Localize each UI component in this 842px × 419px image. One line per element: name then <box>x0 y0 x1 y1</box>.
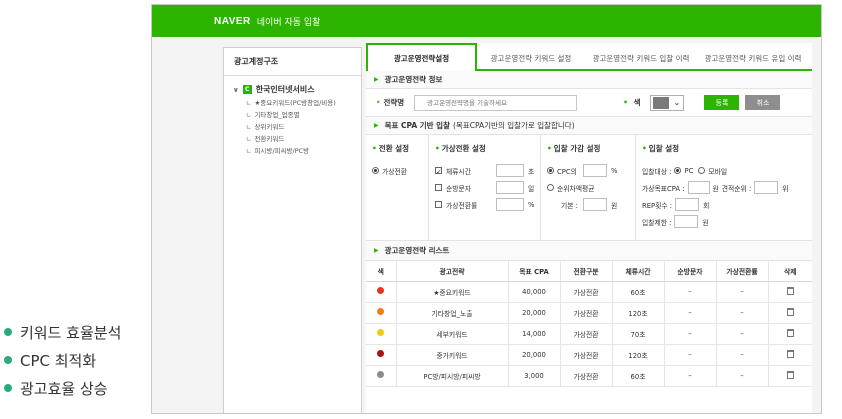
color-swatch <box>653 96 670 109</box>
virtual-conversion-settings: • 가상전환 설정 ✓ 체류시간 초 순방문자 일 가상전환률 % <box>429 135 541 240</box>
naver-logo: NAVER <box>214 15 251 27</box>
bullet-item: 키워드 효율분석 <box>0 318 150 346</box>
feature-bullets: 키워드 효율분석 CPC 최적화 광고효율 상승 <box>0 318 150 402</box>
table-header-row: 색 광고전략 목표 CPA 전환구분 체류시간 순방문자 가상전환률 삭제 <box>366 261 812 282</box>
bullet-label: 광고효율 상승 <box>20 379 108 398</box>
triangle-right-icon: ▶ <box>374 122 379 129</box>
unique-visitor-input[interactable] <box>496 181 524 194</box>
checkbox-icon[interactable]: ✓ <box>435 167 442 176</box>
register-button[interactable]: 등록 <box>704 95 740 110</box>
cpa-settings: • 전환 설정 가상전환 • 가상전환 설정 ✓ 체류시간 초 순방문자 일 가… <box>366 135 812 241</box>
section-strategy-info: ▶ 광고운영전략 정보 <box>366 71 812 89</box>
campaign-badge-icon: C <box>242 85 252 94</box>
radio-icon[interactable] <box>547 167 554 174</box>
conversion-settings: • 전환 설정 가상전환 <box>366 135 429 240</box>
tree-root-label: 한국인터넷서비스 <box>255 85 315 94</box>
strategy-name-input[interactable] <box>414 94 578 111</box>
color-select[interactable]: ⌄ <box>650 94 685 111</box>
virtual-rate-input[interactable] <box>496 198 524 211</box>
color-dot <box>377 350 385 357</box>
tab-strategy-settings[interactable]: 광고운영전략설정 <box>366 43 477 71</box>
radio-icon <box>372 167 379 174</box>
tree-children: ∟ ★중요키워드(PC방창업/비용) ∟ 기타창업_업종별 ∟ 상위키워드 ∟ 전환키워… <box>224 97 361 157</box>
bullet-item: 광고효율 상승 <box>0 374 150 402</box>
tree-item[interactable]: ∟ 상위키워드 <box>224 121 361 133</box>
tab-inflow-history[interactable]: 광고운영전략 키워드 유입 이력 <box>697 45 809 71</box>
virtual-conversion-option[interactable]: 가상전환 <box>372 162 428 179</box>
strategy-name-label: 전략명 <box>383 98 405 107</box>
bullet-dot-icon: • <box>376 98 381 107</box>
tree-header: 광고계정구조 <box>224 48 361 76</box>
tree-item[interactable]: ∟ 피시방/피씨방/PC방 <box>224 145 361 157</box>
bullet-label: CPC 최적화 <box>20 351 97 370</box>
bullet-item: CPC 최적화 <box>0 346 150 374</box>
triangle-right-icon: ▶ <box>374 76 379 83</box>
table-row[interactable]: ★중요키워드 40,000 가상전환 60초 – – <box>366 281 812 303</box>
bullet-label: 키워드 효율분석 <box>20 323 122 342</box>
tab-bar: 광고운영전략설정 광고운영전략 키워드 설정 광고운영전략 키워드 입찰 이력 … <box>366 43 812 71</box>
tree-item[interactable]: ∟ ★중요키워드(PC방창업/비용) <box>224 97 361 109</box>
trash-icon[interactable] <box>786 370 794 379</box>
table-row[interactable]: 세부키워드 14,000 가상전환 70초 – – <box>366 323 812 345</box>
stay-time-row: ✓ 체류시간 초 <box>435 162 540 179</box>
triangle-right-icon: ▶ <box>374 247 379 254</box>
base-amount-input[interactable] <box>583 198 607 211</box>
top-bar: NAVER 네이버 자동 입찰 <box>152 5 821 37</box>
color-dot <box>377 308 385 315</box>
trash-icon[interactable] <box>786 349 794 358</box>
table-row[interactable]: 중가키워드 20,000 가상전환 120초 – – <box>366 344 812 366</box>
trash-icon[interactable] <box>786 307 794 316</box>
table-row[interactable]: PC방/피시방/피씨방 3,000 가상전환 60초 – – <box>366 365 812 387</box>
cancel-button[interactable]: 취소 <box>745 95 781 110</box>
tree-root[interactable]: ∨ C 한국인터넷서비스 <box>224 84 361 95</box>
virtual-cpa-input[interactable] <box>687 181 710 194</box>
bullet-dot-icon <box>4 328 12 336</box>
color-dot <box>377 287 385 294</box>
tab-keyword-settings[interactable]: 광고운영전략 키워드 설정 <box>477 45 585 71</box>
app-window: NAVER 네이버 자동 입찰 광고계정구조 ∨ C 한국인터넷서비스 ∟ ★중요… <box>151 4 822 414</box>
bullet-dot-icon <box>4 384 12 392</box>
radio-icon[interactable] <box>547 184 554 191</box>
strategy-name-row: • 전략명 • 색 ⌄ 등록 취소 <box>366 89 812 117</box>
checkbox-icon[interactable] <box>435 201 442 208</box>
color-label: • 색 <box>623 98 641 107</box>
color-dot <box>377 371 385 378</box>
radio-icon[interactable] <box>674 167 682 174</box>
chevron-down-icon[interactable]: ∨ <box>233 86 239 94</box>
unique-visitor-row: 순방문자 일 <box>435 179 540 196</box>
chevron-down-icon: ⌄ <box>673 98 681 107</box>
limit-input[interactable] <box>674 215 699 228</box>
tree-item[interactable]: ∟ 전환키워드 <box>224 133 361 145</box>
tab-bid-history[interactable]: 광고운영전략 키워드 입찰 이력 <box>585 45 697 71</box>
app-title: 네이버 자동 입찰 <box>256 17 321 28</box>
tree-item[interactable]: ∟ 기타창업_업종별 <box>224 109 361 121</box>
table-row[interactable]: 기타창업_노출 20,000 가상전환 120초 – – <box>366 302 812 324</box>
color-dot <box>377 329 385 336</box>
main-panel: 광고운영전략설정 광고운영전략 키워드 설정 광고운영전략 키워드 입찰 이력 … <box>366 43 812 413</box>
rank-input[interactable] <box>754 181 779 194</box>
trash-icon[interactable] <box>786 286 794 295</box>
bid-weight-settings: • 입찰 가감 설정 CPC의 % 순위차액평균 기본 : 원 <box>541 135 636 240</box>
section-cpa-bidding: ▶ 목표 CPA 기반 입찰 (목표CPA기반의 입찰가로 입찰합니다) <box>366 117 812 135</box>
radio-icon[interactable] <box>698 167 706 174</box>
strategy-table: 색 광고전략 목표 CPA 전환구분 체류시간 순방문자 가상전환률 삭제 ★중… <box>366 261 812 387</box>
trash-icon[interactable] <box>786 328 794 337</box>
bid-settings: • 입찰 설정 입찰대상 : PC 모바일 가상목표CPA : 원 견적순위 : … <box>642 144 789 228</box>
stay-time-input[interactable] <box>496 164 524 177</box>
cpc-percent-input[interactable] <box>583 164 607 177</box>
virtual-rate-row: 가상전환률 % <box>435 196 540 213</box>
section-strategy-list: ▶ 광고운영전략 리스트 <box>366 241 812 261</box>
repeat-input[interactable] <box>675 198 700 211</box>
bullet-dot-icon <box>4 356 12 364</box>
account-tree: 광고계정구조 ∨ C 한국인터넷서비스 ∟ ★중요키워드(PC방창업/비용) ∟ 기… <box>223 47 362 413</box>
checkbox-icon[interactable] <box>435 184 442 191</box>
